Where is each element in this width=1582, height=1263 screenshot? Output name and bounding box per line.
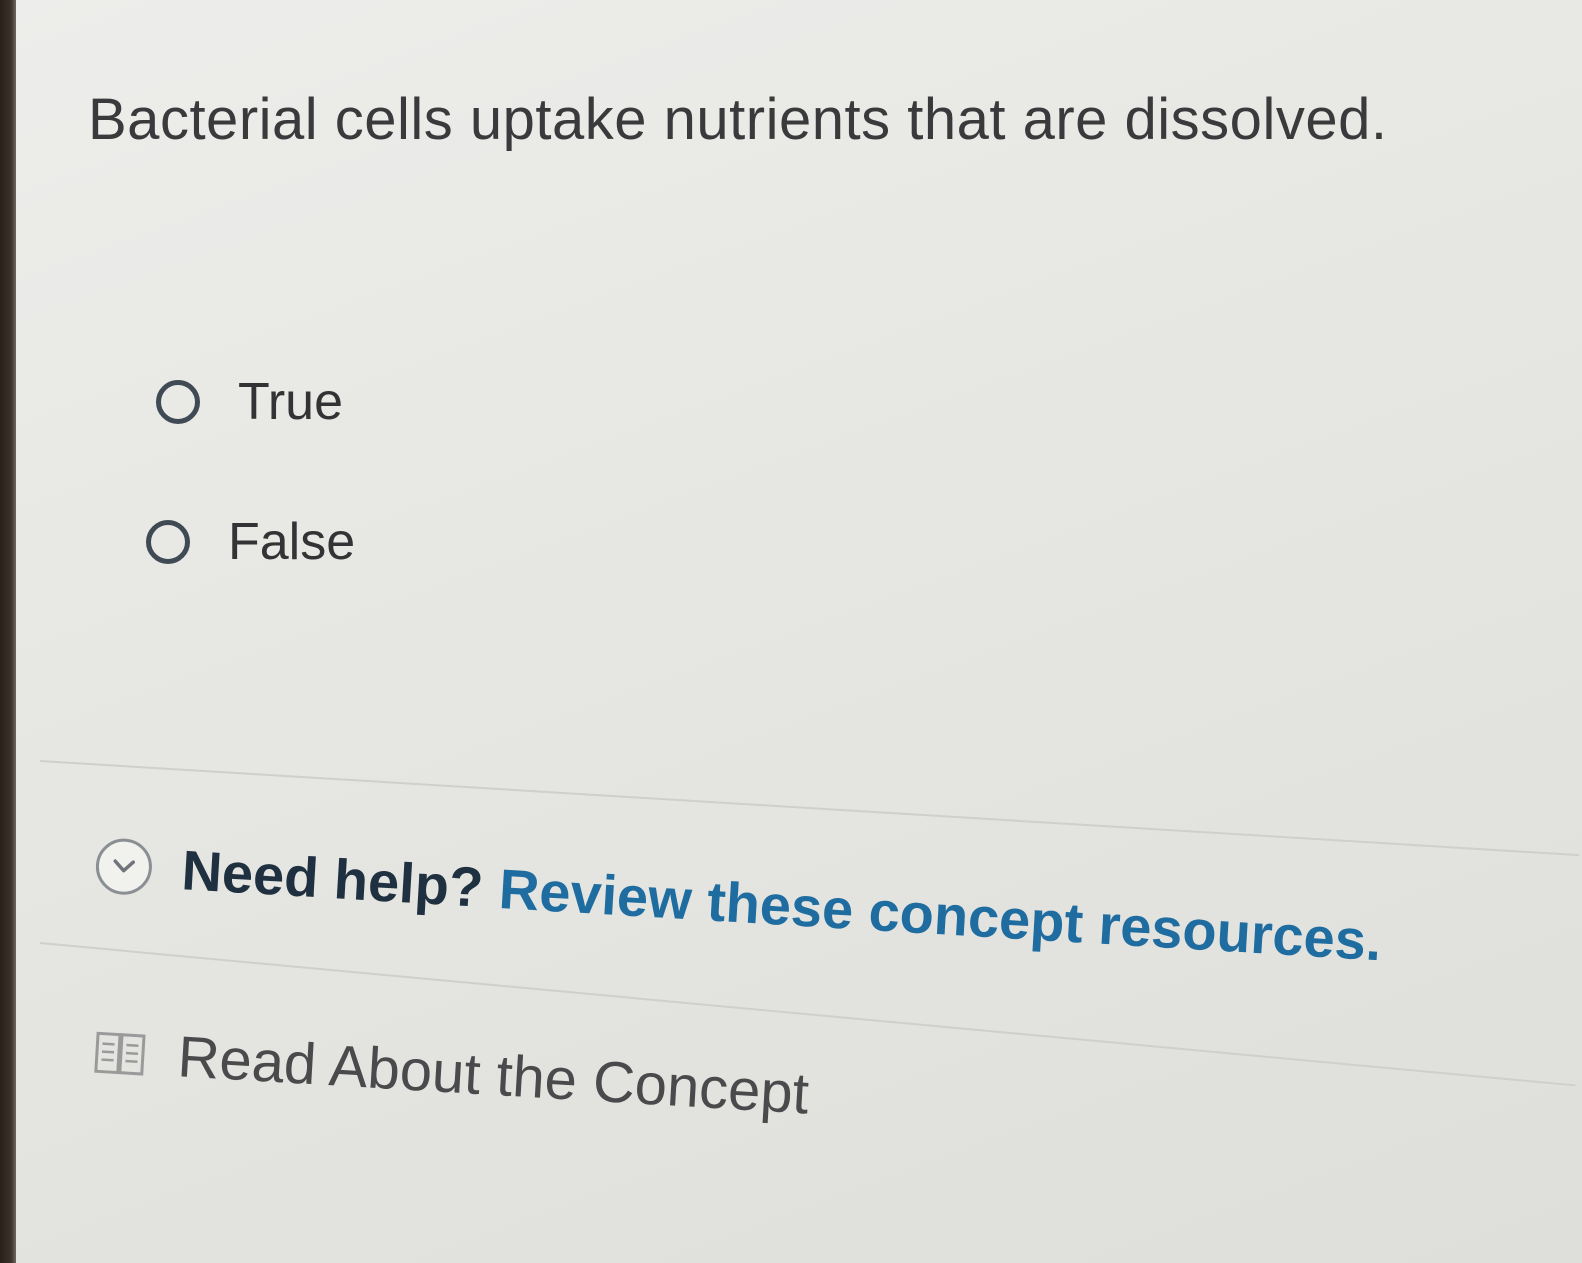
read-about-concept-link[interactable]: Read About the Concept [90,1018,811,1127]
concept-resources-toggle[interactable]: Need help? Review these concept resource… [94,832,1383,973]
answer-option-true[interactable]: True [156,372,343,432]
screen-bezel [0,0,16,1263]
chevron-down-icon[interactable] [94,836,154,896]
read-about-concept-label[interactable]: Read About the Concept [176,1023,811,1127]
option-label-true: True [238,373,343,431]
radio-button-false[interactable] [146,520,190,564]
radio-button-true[interactable] [156,380,200,424]
concept-resources-link[interactable]: Review these concept resources. [497,856,1383,973]
help-prompt: Need help? [179,838,486,919]
option-label-false: False [228,513,356,571]
question-prompt: Bacterial cells uptake nutrients that ar… [88,87,1388,152]
book-icon [91,1027,150,1080]
answer-option-false[interactable]: False [146,512,355,572]
